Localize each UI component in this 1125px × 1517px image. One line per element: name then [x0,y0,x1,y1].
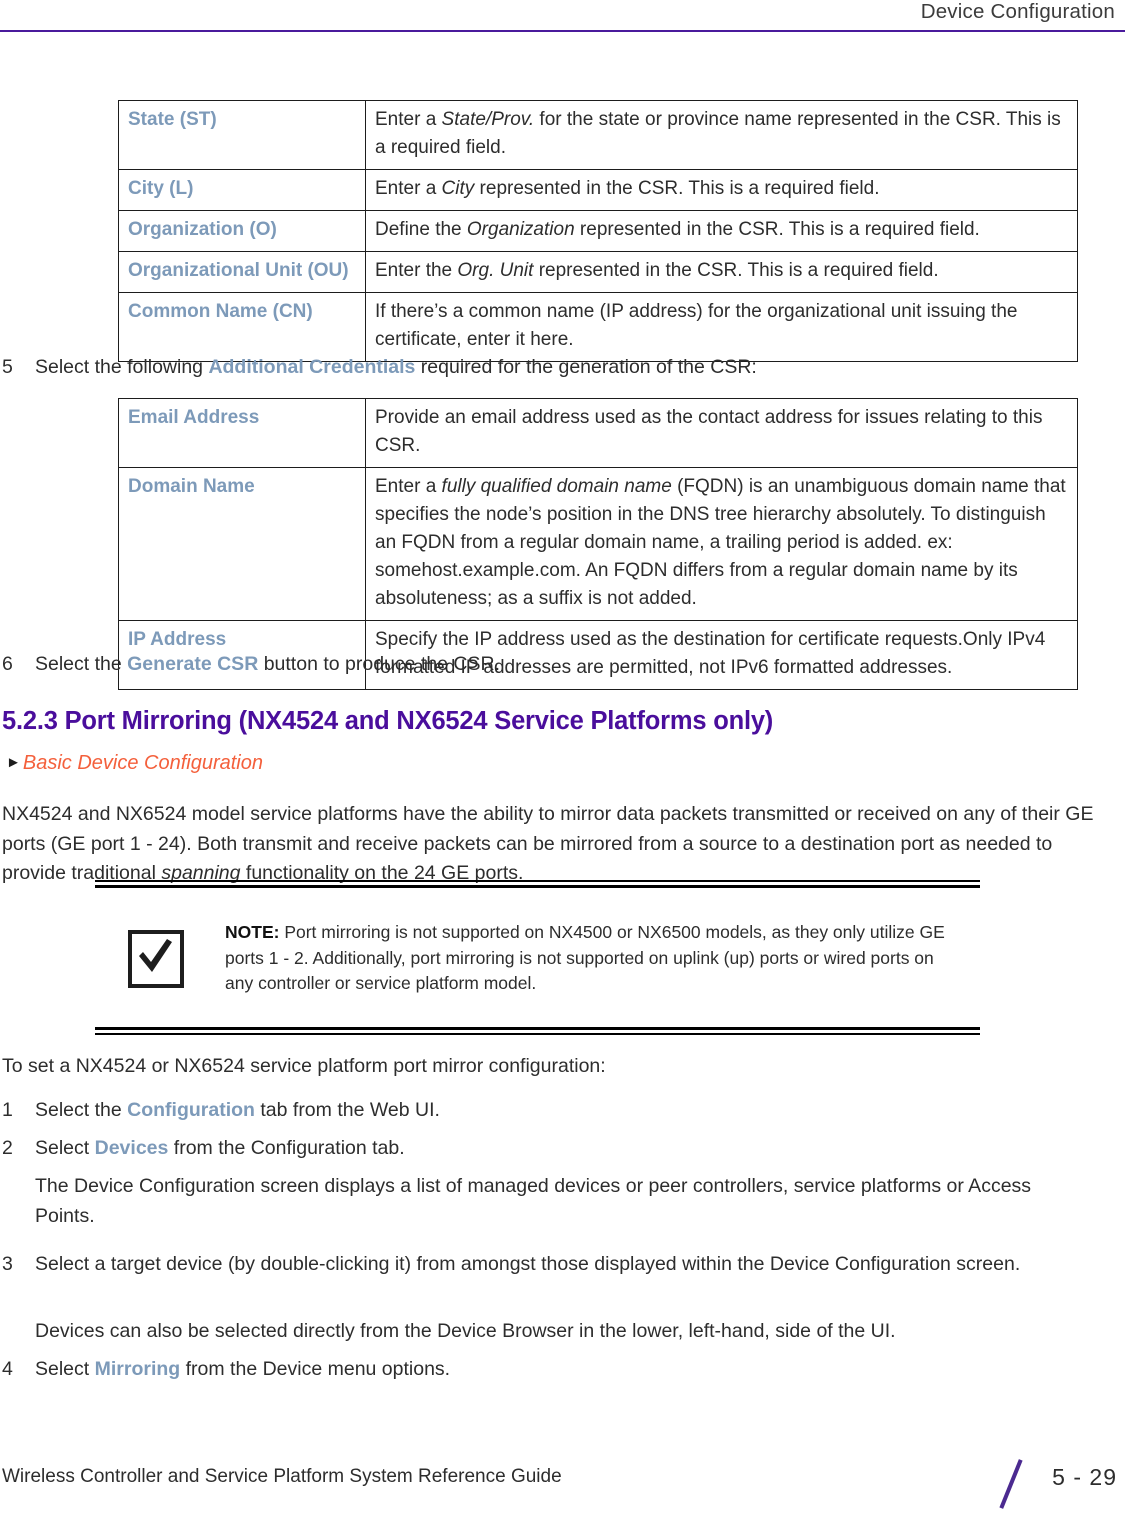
step-1: 1 Select the Configuration tab from the … [2,1096,1062,1126]
field-description: Enter the Org. Unit represented in the C… [365,251,1078,293]
table-row: Common Name (CN) If there’s a common nam… [118,292,1078,362]
table-row: Organizational Unit (OU) Enter the Org. … [118,251,1078,293]
step-text-post: from the Device menu options. [180,1358,451,1380]
step-text: Select the Generate CSR button to produc… [35,650,1002,680]
table-row: State (ST) Enter a State/Prov. for the s… [118,100,1078,170]
triangle-right-icon: ► [6,754,21,771]
field-label: Organizational Unit (OU) [118,251,366,293]
section-heading: 5.2.3 Port Mirroring (NX4524 and NX6524 … [2,707,774,735]
step-3-note: Devices can also be selected directly fr… [35,1320,896,1342]
table-row: Email Address Provide an email address u… [118,398,1078,468]
step-text-post: required for the generation of the CSR: [415,356,757,378]
step-text-pre: Select the [35,653,128,675]
note-body: Port mirroring is not supported on NX450… [225,922,945,993]
step-number: 6 [2,653,13,675]
step-text-pre: Select the following [35,356,209,378]
ui-term-additional-credentials: Additional Credentials [208,356,416,378]
step-4: 4 Select Mirroring from the Device menu … [2,1355,1062,1385]
desc-emphasis: fully qualified domain name [441,476,672,497]
desc-pre: Enter a [375,178,442,199]
field-description: Enter a fully qualified domain name (FQD… [365,467,1078,621]
table-row: City (L) Enter a City represented in the… [118,169,1078,211]
ui-term-mirroring: Mirroring [94,1358,181,1380]
page-footer: Wireless Controller and Service Platform… [0,1459,1125,1509]
note-bottom-rule-2 [95,1033,980,1035]
step-text-pre: Select [35,1137,95,1159]
step-number: 3 [2,1253,13,1275]
page-header-title: Device Configuration [920,0,1115,23]
desc-post: represented in the CSR. This is a requir… [533,260,939,281]
note-text: NOTE: Port mirroring is not supported on… [225,920,945,997]
header-rule [0,30,1125,32]
step-number: 4 [2,1358,13,1380]
field-label: City (L) [118,169,366,211]
field-description: Provide an email address used as the con… [365,398,1078,468]
step-text-post: tab from the Web UI. [254,1099,440,1121]
desc-pre: Enter a [375,476,442,497]
procedure-intro: To set a NX4524 or NX6524 service platfo… [2,1055,606,1077]
step-number: 5 [2,356,13,378]
checkmark-icon [128,930,184,988]
field-label: State (ST) [118,100,366,170]
cross-reference-link[interactable]: ► Basic Device Configuration [6,752,263,775]
ui-term-generate-csr: Generate CSR [127,653,259,675]
field-description: Enter a State/Prov. for the state or pro… [365,100,1078,170]
step-text: Select the Configuration tab from the We… [35,1096,1062,1126]
step-text-post: from the Configuration tab. [168,1137,405,1159]
step-text: Select a target device (by double-clicki… [35,1250,1062,1280]
desc-pre: Enter the [375,260,458,281]
field-description: Define the Organization represented in t… [365,210,1078,252]
note-callout: NOTE: Port mirroring is not supported on… [95,880,980,1038]
step-text-pre: Select a target device (by double-clicki… [35,1253,1021,1275]
step-3: 3 Select a target device (by double-clic… [2,1250,1062,1280]
step-text-pre: Select the [35,1099,128,1121]
field-label: Email Address [118,398,366,468]
desc-emphasis: City [441,178,475,199]
step-text: Select Mirroring from the Device menu op… [35,1355,1062,1385]
step-6: 6 Select the Generate CSR button to prod… [2,650,1002,680]
field-label: Common Name (CN) [118,292,366,362]
step-number: 1 [2,1099,13,1121]
footer-slash-decoration [999,1459,1023,1509]
step-number: 2 [2,1137,13,1159]
desc-pre: If there’s a common name (IP address) fo… [375,301,1018,350]
footer-page-number: 5 - 29 [1052,1464,1117,1490]
desc-post: represented in the CSR. This is a requir… [574,219,980,240]
page-header: Device Configuration [0,0,1125,36]
note-top-rule-1 [95,880,980,882]
field-description: Enter a City represented in the CSR. Thi… [365,169,1078,211]
desc-emphasis: Org. Unit [457,260,534,281]
desc-pre: Enter a [375,109,442,130]
step-2-note: The Device Configuration screen displays… [35,1175,1032,1227]
field-label: Organization (O) [118,210,366,252]
cross-reference-label: Basic Device Configuration [22,752,263,774]
ui-term-configuration: Configuration [127,1099,255,1121]
step-text-pre: Select [35,1358,95,1380]
step-text: Select Devices from the Configuration ta… [35,1134,1062,1164]
field-description: If there’s a common name (IP address) fo… [365,292,1078,362]
step-2: 2 Select Devices from the Configuration … [2,1134,1062,1164]
section-intro-paragraph: NX4524 and NX6524 model service platform… [2,800,1097,889]
desc-emphasis: Organization [466,219,575,240]
field-label: Domain Name [118,467,366,621]
additional-credentials-table: Email Address Provide an email address u… [118,398,1078,690]
ui-term-devices: Devices [94,1137,169,1159]
desc-emphasis: State/Prov. [441,109,535,130]
step-5: 5 Select the following Additional Creden… [2,353,1002,383]
step-text: Select the following Additional Credenti… [35,353,1002,383]
desc-pre: Define the [375,219,467,240]
table-row: Organization (O) Define the Organization… [118,210,1078,252]
note-top-rule-2 [95,885,980,888]
footer-guide-title: Wireless Controller and Service Platform… [2,1466,562,1487]
document-page: Device Configuration State (ST) Enter a … [0,0,1125,1517]
desc-post: represented in the CSR. This is a requir… [474,178,880,199]
note-label: NOTE: [225,922,280,942]
desc-pre: Provide an email address used as the con… [375,407,1043,456]
csr-fields-table: State (ST) Enter a State/Prov. for the s… [118,100,1078,362]
step-text-post: button to produce the CSR. [258,653,501,675]
note-bottom-rule-1 [95,1027,980,1030]
table-row: Domain Name Enter a fully qualified doma… [118,467,1078,621]
